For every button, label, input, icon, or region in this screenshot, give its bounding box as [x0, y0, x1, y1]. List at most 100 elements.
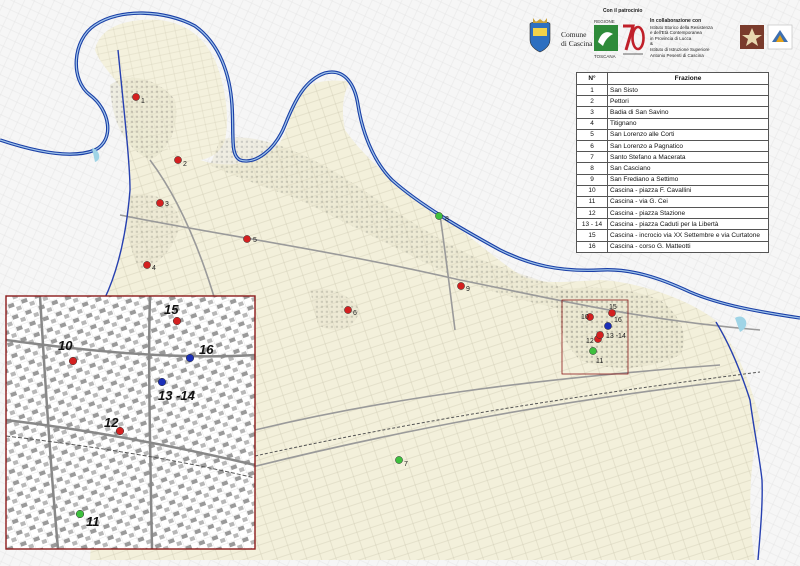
site-marker-5[interactable]: [243, 235, 251, 243]
site-marker-label: 9: [466, 286, 470, 293]
comune-line-2: di Cascina: [561, 39, 593, 48]
site-marker-label: 5: [253, 237, 257, 244]
legend-row-number: 7: [576, 151, 608, 164]
seventy-anniversary-logo-icon: [623, 24, 645, 55]
legend-row-frazione: San Casciano: [607, 162, 769, 175]
legend-row-frazione: Cascina - corso G. Matteotti: [607, 240, 769, 253]
legend-row: 2 Pettori: [576, 95, 769, 108]
legend-row-frazione: Cascina - piazza Stazione: [607, 207, 769, 220]
legend-row: 13 - 14 Cascina - piazza Caduti per la Li…: [576, 218, 769, 231]
comune-crest-icon: [529, 18, 551, 53]
inset-marker-10[interactable]: [68, 356, 78, 366]
site-marker-label: 7: [404, 461, 408, 468]
legend-row-frazione: San Frediano a Settimo: [607, 173, 769, 186]
legend-header-row: N° Frazione: [576, 72, 769, 85]
legend-row-frazione: Cascina - piazza F. Cavallini: [607, 184, 769, 197]
legend-row-frazione: Cascina - incrocio via XX Settembre e vi…: [607, 229, 769, 242]
site-marker-4[interactable]: [143, 261, 151, 269]
legend-row-number: 1: [576, 83, 608, 97]
legend-row: 9 San Frediano a Settimo: [576, 173, 769, 186]
istituto-pesenti-logo-icon: [767, 24, 793, 50]
legend-row-number: 6: [576, 139, 608, 153]
site-marker-label: 1: [141, 98, 145, 105]
sponsor-header: Con il patrocinio Comune di Cascina REGI…: [525, 8, 795, 66]
legend-row-frazione: Cascina - via G. Cei: [607, 195, 769, 209]
legend-row-frazione: Santo Stefano a Macerata: [607, 151, 769, 164]
legend-row: 12 Cascina - piazza Stazione: [576, 207, 769, 220]
comune-line-1: Comune: [561, 30, 587, 39]
isrec-lucca-logo-icon: [740, 25, 764, 49]
legend-row: 6 San Lorenzo a Pagnatico: [576, 139, 769, 153]
legend-row-frazione: Titignano: [607, 117, 769, 130]
legend-row: 15 Cascina - incrocio via XX Settembre e …: [576, 229, 769, 242]
legend-row-number: 2: [576, 95, 608, 108]
legend-row-number: 4: [576, 117, 608, 130]
site-marker-1[interactable]: [132, 93, 140, 101]
legend-col-num: N°: [576, 72, 608, 85]
legend-row-frazione: Cascina - piazza Caduti per la Libertà: [607, 218, 769, 231]
legend-row: 3 Badia di San Savino: [576, 106, 769, 119]
site-marker-label: 12: [586, 338, 594, 345]
site-marker-2[interactable]: [174, 156, 182, 164]
legend-row: 8 San Casciano: [576, 162, 769, 175]
inset-marker-label: 11: [86, 514, 100, 529]
comune-name: Comune di Cascina: [561, 30, 592, 48]
inset-marker-15[interactable]: [172, 316, 182, 326]
inset-marker-label: 15: [164, 302, 179, 317]
legend-row-frazione: Badia di San Savino: [607, 106, 769, 119]
inset-marker-label: 12: [104, 415, 119, 430]
inset-marker-label: 13 -14: [158, 388, 196, 403]
site-marker-7[interactable]: [395, 456, 403, 464]
site-marker-label: 8: [445, 216, 449, 223]
site-marker-label: 4: [152, 265, 156, 272]
legend-row-number: 10: [576, 184, 608, 197]
collaborazione-title: In collaborazione con: [650, 18, 702, 24]
site-marker-9[interactable]: [457, 282, 465, 290]
site-marker-label: 15: [609, 304, 617, 311]
site-marker-6[interactable]: [344, 306, 352, 314]
legend-row: 5 San Lorenzo alle Corti: [576, 128, 769, 141]
legend-row-frazione: San Lorenzo alle Corti: [607, 128, 769, 141]
legend-row: 16 Cascina - corso G. Matteotti: [576, 240, 769, 253]
site-marker-label: 11: [596, 358, 603, 365]
legend-row-number: 12: [576, 207, 608, 220]
collaborazione-text: In collaborazione con Istituto Storico d…: [650, 18, 740, 58]
legend-row-number: 11: [576, 195, 608, 209]
legend-row-frazione: Pettori: [607, 95, 769, 108]
legend-row-frazione: San Sisto: [607, 83, 769, 97]
site-marker-13-14[interactable]: [596, 331, 604, 339]
site-marker-label: 10: [581, 314, 589, 321]
inset-marker-11[interactable]: [75, 509, 85, 519]
legend-row-number: 5: [576, 128, 608, 141]
site-marker-label: 13 -14: [606, 333, 626, 340]
site-marker-3[interactable]: [156, 199, 164, 207]
toscana-label: TOSCANA: [594, 54, 616, 59]
inset-marker-label: 16: [199, 342, 214, 357]
legend-row-number: 8: [576, 162, 608, 175]
site-marker-label: 3: [165, 201, 169, 208]
inset-marker-label: 10: [58, 338, 73, 353]
legend-row: 7 Santo Stefano a Macerata: [576, 151, 769, 164]
site-marker-16[interactable]: [604, 322, 612, 330]
legend-row: 4 Titignano: [576, 117, 769, 130]
inset-map[interactable]: 15 10 16 13 -14 12 11: [5, 295, 256, 550]
legend-col-name: Frazione: [607, 72, 769, 85]
legend-row-number: 13 - 14: [576, 218, 608, 231]
legend-row: 1 San Sisto: [576, 83, 769, 97]
inset-marker-13-14[interactable]: [157, 377, 167, 387]
site-marker-label: 16: [614, 317, 622, 324]
site-marker-label: 2: [183, 161, 187, 168]
legend-row-number: 16: [576, 240, 608, 253]
legend-row-number: 9: [576, 173, 608, 186]
legend-row-frazione: San Lorenzo a Pagnatico: [607, 139, 769, 153]
site-marker-8[interactable]: [435, 212, 443, 220]
frazioni-legend-table: N° Frazione 1 San Sisto 2 Pettori 3 Badia di …: [576, 72, 769, 253]
legend-row-number: 3: [576, 106, 608, 119]
inset-marker-16[interactable]: [185, 353, 195, 363]
legend-row-number: 15: [576, 229, 608, 242]
site-marker-11[interactable]: [589, 347, 597, 355]
regione-toscana-logo-icon: [594, 25, 618, 51]
legend-row: 10 Cascina - piazza F. Cavallini: [576, 184, 769, 197]
collab-line: Antonio Pesenti di Cascina: [650, 52, 704, 58]
legend-body: 1 San Sisto 2 Pettori 3 Badia di San Savino 4 T…: [576, 83, 769, 253]
